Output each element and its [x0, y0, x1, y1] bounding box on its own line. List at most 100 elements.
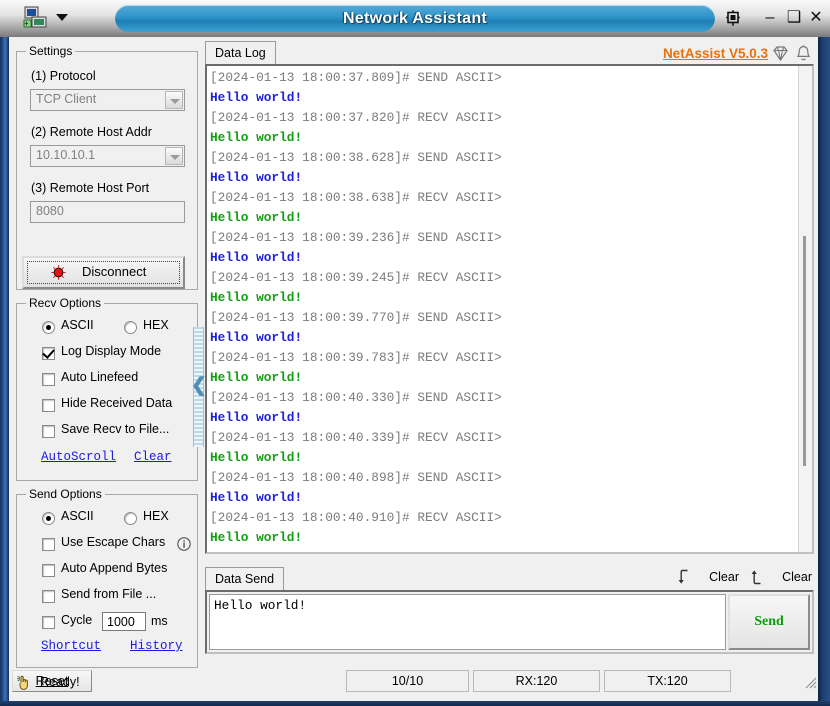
data-log-tabstrip: Data Log NetAssist V5.0.3 [205, 41, 814, 65]
settings-group-title: Settings [26, 44, 76, 58]
send-hex-label: HEX [143, 509, 169, 523]
clear-recv-button[interactable]: Clear [709, 570, 739, 584]
protocol-value: TCP Client [36, 92, 97, 106]
close-button[interactable]: ✕ [806, 8, 826, 28]
bell-icon[interactable] [794, 44, 813, 63]
log-timestamp-line: [2024-01-13 18:00:40.330]# SEND ASCII> [210, 390, 502, 405]
recv-auto-linefeed-checkbox[interactable] [42, 373, 55, 386]
chevron-down-icon[interactable] [165, 147, 183, 165]
log-message-line: Hello world! [210, 410, 303, 425]
log-message-line: Hello world! [210, 490, 303, 505]
right-content-panel: Data Log NetAssist V5.0.3 [2024-01-13 18… [205, 41, 815, 666]
send-use-escape-chars-checkbox[interactable] [42, 538, 55, 551]
recv-hide-received-data-checkbox[interactable] [42, 399, 55, 412]
tab-data-log[interactable]: Data Log [205, 41, 276, 64]
log-message-line: Hello world! [210, 210, 303, 225]
log-message-line: Hello world! [210, 450, 303, 465]
log-message-line: Hello world! [210, 330, 303, 345]
hand-pointer-icon [17, 675, 28, 690]
minimize-button[interactable]: – [760, 8, 780, 28]
data-log-output[interactable]: [2024-01-13 18:00:37.809]# SEND ASCII> He… [205, 64, 814, 554]
status-bar: Ready! 10/10 RX:120 TX:120 Reset [12, 670, 817, 696]
send-ascii-radio[interactable] [42, 512, 55, 525]
status-rx: RX:120 [473, 670, 600, 692]
log-timestamp-line: [2024-01-13 18:00:38.638]# RECV ASCII> [210, 190, 502, 205]
recv-hide-received-data-label: Hide Received Data [61, 396, 173, 410]
protocol-label: (1) Protocol [31, 69, 96, 83]
data-send-area: Hello world! Send [205, 590, 814, 654]
send-button[interactable]: Send [728, 594, 810, 650]
send-cycle-checkbox[interactable] [42, 616, 55, 629]
history-link[interactable]: History [130, 639, 183, 653]
resize-grip-icon[interactable] [805, 677, 817, 689]
data-send-tabstrip: Data Send Clear Clear [205, 567, 814, 591]
send-hex-radio[interactable] [124, 512, 137, 525]
send-use-escape-chars-label: Use Escape Chars [61, 535, 166, 549]
protocol-select[interactable]: TCP Client [30, 89, 185, 111]
send-from-file-checkbox[interactable] [42, 590, 55, 603]
tab-data-send[interactable]: Data Send [205, 567, 285, 590]
remote-host-value: 10.10.10.1 [36, 148, 96, 162]
window-frame-bottom [0, 701, 830, 706]
log-message-line: Hello world! [210, 530, 303, 545]
log-timestamp-line: [2024-01-13 18:00:40.339]# RECV ASCII> [210, 430, 502, 445]
recv-clear-link[interactable]: Clear [134, 450, 172, 464]
panel-splitter[interactable]: ❮ [191, 327, 207, 447]
log-timestamp-line: [2024-01-13 18:00:39.770]# SEND ASCII> [210, 310, 502, 325]
shortcut-link[interactable]: Shortcut [41, 639, 101, 653]
pin-icon[interactable] [724, 9, 742, 27]
data-log-scrollbar-thumb[interactable] [803, 236, 806, 466]
send-text-input[interactable]: Hello world! [209, 594, 726, 650]
chevron-down-icon[interactable] [165, 91, 183, 109]
send-options-group: Send Options ASCII HEX Use Escape Chars … [16, 487, 198, 668]
settings-group: Settings (1) Protocol TCP Client (2) Rem… [16, 44, 198, 290]
window-title: Network Assistant [342, 10, 488, 27]
autoscroll-link[interactable]: AutoScroll [41, 450, 116, 464]
disconnect-button-label: Disconnect [82, 264, 147, 279]
log-timestamp-line: [2024-01-13 18:00:39.245]# RECV ASCII> [210, 270, 502, 285]
left-settings-panel: Settings (1) Protocol TCP Client (2) Rem… [12, 41, 199, 668]
window-frame-right [818, 0, 830, 706]
remote-host-input[interactable]: 10.10.10.1 [30, 145, 185, 167]
data-log-lines: [2024-01-13 18:00:37.809]# SEND ASCII> He… [210, 68, 796, 548]
send-auto-append-bytes-checkbox[interactable] [42, 564, 55, 577]
log-timestamp-line: [2024-01-13 18:00:39.236]# SEND ASCII> [210, 230, 502, 245]
data-log-scrollbar[interactable] [798, 66, 812, 552]
log-message-line: Hello world! [210, 290, 303, 305]
recv-options-group-title: Recv Options [26, 296, 105, 310]
status-text: Ready! [40, 675, 80, 689]
recv-ascii-radio[interactable] [42, 321, 55, 334]
clear-send-button[interactable]: Clear [782, 570, 812, 584]
log-message-line: Hello world! [210, 130, 303, 145]
recv-hex-radio[interactable] [124, 321, 137, 334]
window-frame-left [0, 0, 9, 706]
maximize-button[interactable]: ❑ [784, 8, 804, 28]
netassist-version-link[interactable]: NetAssist V5.0.3 [663, 46, 768, 61]
log-message-line: Hello world! [210, 370, 303, 385]
info-icon[interactable] [177, 537, 191, 551]
recv-ascii-label: ASCII [61, 318, 94, 332]
remote-port-input[interactable]: 8080 [30, 201, 185, 223]
send-options-group-title: Send Options [26, 487, 105, 501]
log-message-line: Hello world! [210, 170, 303, 185]
disconnect-button[interactable]: Disconnect [22, 256, 185, 289]
recv-hex-label: HEX [143, 318, 169, 332]
send-cycle-label: Cycle [61, 613, 93, 627]
chevron-left-icon[interactable]: ❮ [191, 375, 207, 397]
application-window: Network Assistant – ❑ ✕ Settings (1) Pro… [0, 0, 830, 706]
cycle-interval-value: 1000 [107, 615, 135, 629]
chevron-down-icon[interactable] [56, 14, 68, 21]
remote-host-label: (2) Remote Host Addr [31, 125, 152, 139]
log-timestamp-line: [2024-01-13 18:00:40.910]# RECV ASCII> [210, 510, 502, 525]
log-timestamp-line: [2024-01-13 18:00:39.783]# RECV ASCII> [210, 350, 502, 365]
cycle-interval-input[interactable]: 1000 [102, 612, 146, 631]
arrow-up-icon[interactable] [750, 569, 765, 585]
gem-icon[interactable] [771, 44, 790, 63]
recv-log-display-mode-checkbox[interactable] [42, 347, 55, 360]
red-led-icon [51, 265, 66, 280]
recv-save-to-file-checkbox[interactable] [42, 425, 55, 438]
remote-port-label: (3) Remote Host Port [31, 181, 150, 195]
log-timestamp-line: [2024-01-13 18:00:40.898]# SEND ASCII> [210, 470, 502, 485]
recv-options-group: Recv Options ASCII HEX Log Display Mode … [16, 296, 198, 481]
arrow-down-icon[interactable] [677, 569, 692, 585]
